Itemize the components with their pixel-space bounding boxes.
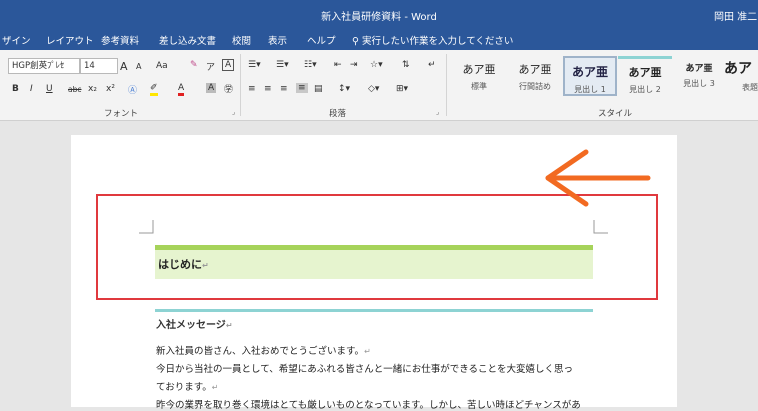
distributed-icon[interactable]: ▤	[314, 84, 323, 94]
style-name: 行間詰め	[519, 82, 551, 91]
bold-button[interactable]: B	[12, 84, 19, 94]
shading-icon[interactable]: ◇▾	[368, 84, 379, 94]
style-name: 表題	[742, 83, 758, 92]
clear-format-icon[interactable]: ✎	[190, 60, 198, 70]
style-heading1[interactable]: あア亜 見出し 1	[563, 56, 617, 96]
paragraph-dialog-launcher-icon[interactable]: ⌟	[436, 108, 439, 116]
show-marks-icon[interactable]: ↵	[428, 60, 436, 70]
grow-font-button[interactable]: A	[120, 60, 128, 73]
increase-indent-icon[interactable]: ⇥	[350, 60, 358, 70]
font-name-box[interactable]: HGP創英ﾌﾟﾚｾ	[8, 58, 80, 74]
search-icon: ⚲	[352, 36, 359, 47]
ribbon-tabs: ザイン レイアウト 参考資料 差し込み文書 校閲 表示 ヘルプ ⚲ 実行したい作…	[0, 30, 758, 50]
ribbon: HGP創英ﾌﾟﾚｾ 14 A A Aa ✎ ア A B I U abc x₂ x…	[0, 50, 758, 121]
user-name[interactable]: 岡田 准二	[714, 8, 758, 23]
tab-mailings[interactable]: 差し込み文書	[159, 33, 216, 47]
underline-button[interactable]: U	[46, 84, 53, 94]
style-name: 見出し 3	[683, 79, 715, 88]
tell-me-search[interactable]: ⚲ 実行したい作業を入力してください	[352, 33, 513, 47]
body-paragraph[interactable]: ております。↵	[156, 379, 218, 393]
char-border-icon[interactable]: A	[222, 59, 235, 71]
align-center-icon[interactable]: ≡	[264, 84, 272, 94]
style-heading2[interactable]: あア亜 見出し 2	[618, 56, 672, 96]
style-name: 見出し 1	[574, 85, 606, 94]
superscript-button[interactable]: x²	[106, 84, 115, 94]
bullets-icon[interactable]: ☰▾	[248, 60, 261, 70]
shrink-font-button[interactable]: A	[136, 62, 141, 71]
change-case-button[interactable]: Aa	[156, 61, 168, 71]
group-divider	[446, 54, 447, 116]
tab-design[interactable]: ザイン	[2, 33, 31, 47]
body-text: 昨今の業界を取り巻く環境はとても厳しいものとなっています。しかし、苦しい時ほどチ…	[156, 400, 581, 411]
tab-help[interactable]: ヘルプ	[307, 33, 336, 47]
sort-icon[interactable]: ⇅	[402, 60, 410, 70]
group-divider	[240, 54, 241, 116]
style-normal[interactable]: あア亜 標準	[452, 56, 506, 96]
highlight-box	[96, 194, 658, 300]
style-sample: あア亜	[462, 63, 496, 76]
strikethrough-button[interactable]: abc	[68, 85, 81, 94]
heading2-border	[155, 309, 593, 312]
tab-review[interactable]: 校閲	[232, 33, 251, 47]
align-right-icon[interactable]: ≡	[280, 84, 288, 94]
style-sample: あア亜	[628, 66, 662, 79]
justify-icon[interactable]: ≡	[296, 83, 308, 93]
style-name: 見出し 2	[629, 85, 661, 94]
italic-button[interactable]: I	[30, 84, 33, 94]
tab-references[interactable]: 参考資料	[101, 33, 139, 47]
tab-layout[interactable]: レイアウト	[46, 33, 94, 47]
borders-icon[interactable]: ⊞▾	[396, 84, 408, 94]
style-name: 標準	[471, 82, 487, 91]
arrow-left-icon	[545, 149, 651, 207]
char-shading-icon[interactable]: A	[206, 83, 217, 93]
highlight-color-icon[interactable]: ✐	[150, 83, 158, 96]
heading2-text[interactable]: 入社メッセージ↵	[156, 316, 233, 331]
subscript-button[interactable]: x₂	[88, 84, 97, 94]
align-left-icon[interactable]: ≡	[248, 84, 256, 94]
paragraph-mark-icon: ↵	[211, 383, 219, 392]
asian-layout-icon[interactable]: ☆▾	[370, 60, 383, 70]
body-text: 今日から当社の一員として、希望にあふれる皆さんと一緒にお仕事ができることを大変嬉…	[156, 364, 574, 375]
numbering-icon[interactable]: ☰▾	[276, 60, 289, 70]
phonetic-guide-icon[interactable]: ア	[206, 60, 215, 73]
style-sample: あア	[724, 61, 752, 77]
line-spacing-icon[interactable]: ↕▾	[338, 84, 350, 94]
style-sample: あア亜	[518, 63, 552, 76]
font-color-icon[interactable]: A	[178, 83, 185, 96]
body-text: 新入社員の皆さん、入社おめでとうございます。	[156, 346, 365, 357]
decrease-indent-icon[interactable]: ⇤	[334, 60, 342, 70]
styles-group-label: スタイル	[598, 109, 633, 119]
style-sample: あア亜	[685, 64, 713, 74]
body-paragraph[interactable]: 今日から当社の一員として、希望にあふれる皆さんと一緒にお仕事ができることを大変嬉…	[156, 361, 573, 375]
text-effects-icon[interactable]: Ⓐ	[128, 83, 137, 96]
title-bar: 新入社員研修資料 - Word 岡田 准二	[0, 0, 758, 30]
font-dialog-launcher-icon[interactable]: ⌟	[232, 108, 235, 116]
font-group-label: フォント	[104, 109, 139, 119]
multilevel-list-icon[interactable]: ☷▾	[304, 60, 317, 70]
style-heading3[interactable]: あア亜 見出し 3	[672, 56, 726, 96]
style-title[interactable]: あア 表題	[724, 56, 758, 96]
font-size-box[interactable]: 14	[80, 58, 118, 74]
style-no-spacing[interactable]: あア亜 行間詰め	[508, 56, 562, 96]
body-paragraph[interactable]: 昨今の業界を取り巻く環境はとても厳しいものとなっています。しかし、苦しい時ほどチ…	[156, 397, 581, 411]
style-sample: あア亜	[571, 65, 608, 79]
tab-view[interactable]: 表示	[268, 33, 287, 47]
enclose-char-icon[interactable]: ㊫	[224, 82, 233, 95]
paragraph-mark-icon: ↵	[364, 347, 371, 356]
paragraph-group-label: 段落	[329, 109, 347, 119]
body-text: ております。	[156, 382, 212, 393]
paragraph-mark-icon: ↵	[225, 321, 233, 330]
body-paragraph[interactable]: 新入社員の皆さん、入社おめでとうございます。↵	[156, 343, 371, 357]
tell-me-label: 実行したい作業を入力してください	[362, 36, 514, 47]
heading2-label: 入社メッセージ	[156, 320, 226, 331]
document-title: 新入社員研修資料 - Word	[321, 12, 437, 23]
